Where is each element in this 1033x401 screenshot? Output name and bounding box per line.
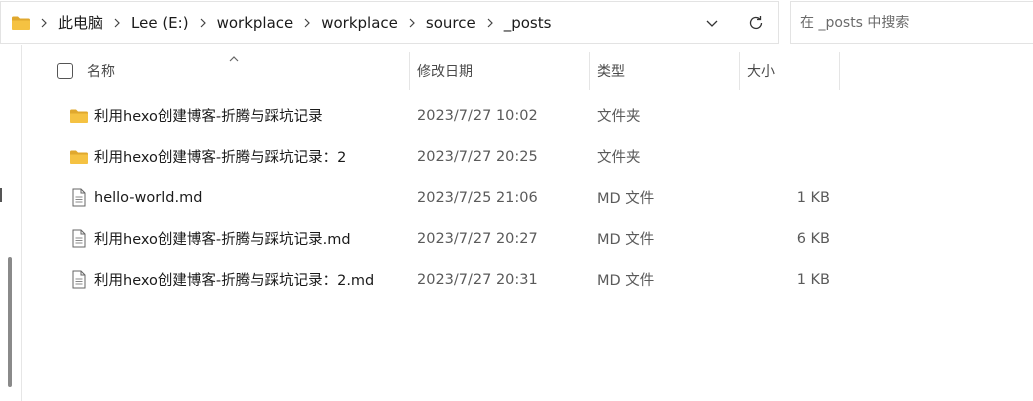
file-icon xyxy=(69,270,89,289)
file-icon xyxy=(69,229,89,248)
file-row[interactable]: hello-world.md 2023/7/25 21:06 MD 文件 1 KB xyxy=(22,177,1033,218)
file-name-cell[interactable]: 利用hexo创建博客-折腾与踩坑记录.md xyxy=(69,218,351,259)
address-bar[interactable]: 此电脑 Lee (E:) workplace workplace source _post… xyxy=(0,1,779,44)
file-size: 6 KB xyxy=(796,230,830,247)
folder-icon xyxy=(69,149,89,165)
file-name-cell[interactable]: 利用hexo创建博客-折腾与踩坑记录 xyxy=(69,95,323,136)
folder-icon xyxy=(69,108,89,124)
file-type: MD 文件 xyxy=(597,191,655,207)
breadcrumb-chevron[interactable] xyxy=(294,2,320,43)
file-size: 1 KB xyxy=(796,189,830,206)
column-divider[interactable] xyxy=(739,52,740,90)
file-explorer-window: 此电脑 Lee (E:) workplace workplace source _post… xyxy=(0,0,1033,401)
file-row[interactable]: 利用hexo创建博客-折腾与踩坑记录：2.md 2023/7/27 20:31 MD… xyxy=(22,259,1033,300)
file-name: 利用hexo创建博客-折腾与踩坑记录.md xyxy=(94,232,351,248)
file-size xyxy=(742,136,830,177)
file-icon xyxy=(69,188,89,207)
column-size-label: 大小 xyxy=(747,64,775,80)
file-name: 利用hexo创建博客-折腾与踩坑记录：2.md xyxy=(94,273,375,289)
breadcrumb-chevron[interactable] xyxy=(190,2,216,43)
refresh-button[interactable] xyxy=(734,2,778,43)
file-name-cell[interactable]: 利用hexo创建博客-折腾与踩坑记录：2 xyxy=(69,136,346,177)
chevron-right-icon xyxy=(487,18,493,27)
file-date: 2023/7/25 21:06 xyxy=(417,189,538,206)
file-name: hello-world.md xyxy=(94,189,203,206)
breadcrumb-chevron[interactable] xyxy=(31,2,57,43)
breadcrumb-chevron[interactable] xyxy=(399,2,425,43)
refresh-icon xyxy=(749,15,763,29)
breadcrumb: 此电脑 Lee (E:) workplace workplace source _post… xyxy=(31,2,552,43)
search-box[interactable] xyxy=(790,1,1033,44)
folder-icon[interactable] xyxy=(11,15,31,31)
file-date: 2023/7/27 10:02 xyxy=(417,107,538,124)
file-row[interactable]: 利用hexo创建博客-折腾与踩坑记录 2023/7/27 10:02 文件夹 xyxy=(22,95,1033,136)
chevron-right-icon xyxy=(114,18,120,27)
chevron-right-icon xyxy=(41,18,47,27)
column-divider[interactable] xyxy=(839,52,840,90)
file-type: MD 文件 xyxy=(597,232,655,248)
column-type-label: 类型 xyxy=(597,64,625,80)
pane-marker xyxy=(0,188,2,202)
file-list: 利用hexo创建博客-折腾与踩坑记录 2023/7/27 10:02 文件夹 利用he… xyxy=(22,95,1033,300)
column-header-size[interactable]: 大小 xyxy=(747,52,775,90)
breadcrumb-item[interactable]: workplace xyxy=(320,13,399,33)
file-type: 文件夹 xyxy=(597,150,641,166)
breadcrumb-item[interactable]: source xyxy=(425,13,477,33)
file-date: 2023/7/27 20:25 xyxy=(417,148,538,165)
file-name-cell[interactable]: 利用hexo创建博客-折腾与踩坑记录：2.md xyxy=(69,259,374,300)
navigation-scrollbar[interactable] xyxy=(8,257,12,387)
file-name: 利用hexo创建博客-折腾与踩坑记录：2 xyxy=(94,150,347,166)
file-size xyxy=(742,95,830,136)
column-divider[interactable] xyxy=(589,52,590,90)
file-name: 利用hexo创建博客-折腾与踩坑记录 xyxy=(94,109,323,125)
column-header-name[interactable]: 名称 xyxy=(57,52,115,90)
chevron-right-icon xyxy=(409,18,415,27)
column-header-row: 名称 修改日期 类型 大小 xyxy=(22,52,1033,90)
file-size: 1 KB xyxy=(796,271,830,288)
column-name-label: 名称 xyxy=(87,64,115,80)
chevron-right-icon xyxy=(304,18,311,27)
file-row[interactable]: 利用hexo创建博客-折腾与踩坑记录.md 2023/7/27 20:27 MD 文… xyxy=(22,218,1033,259)
file-row[interactable]: 利用hexo创建博客-折腾与踩坑记录：2 2023/7/27 20:25 文件夹 xyxy=(22,136,1033,177)
chevron-down-icon xyxy=(706,20,718,27)
breadcrumb-chevron[interactable] xyxy=(477,2,503,43)
file-name-cell[interactable]: hello-world.md xyxy=(69,177,202,218)
breadcrumb-chevron[interactable] xyxy=(104,2,130,43)
column-header-date[interactable]: 修改日期 xyxy=(417,52,473,90)
breadcrumb-item[interactable]: 此电脑 xyxy=(57,13,104,33)
sort-ascending-icon xyxy=(229,56,239,62)
breadcrumb-item[interactable]: workplace xyxy=(216,13,295,33)
chevron-right-icon xyxy=(200,18,206,27)
file-date: 2023/7/27 20:27 xyxy=(417,230,538,247)
breadcrumb-item[interactable]: _posts xyxy=(503,13,553,33)
select-all-checkbox[interactable] xyxy=(57,63,73,79)
navigation-pane-edge xyxy=(0,45,22,401)
column-date-label: 修改日期 xyxy=(417,64,473,80)
file-type: MD 文件 xyxy=(597,273,655,289)
breadcrumb-item[interactable]: Lee (E:) xyxy=(130,13,190,33)
history-dropdown-button[interactable] xyxy=(690,2,734,43)
search-input[interactable] xyxy=(800,14,1020,31)
column-header-type[interactable]: 类型 xyxy=(597,52,625,90)
column-divider[interactable] xyxy=(409,52,410,90)
file-date: 2023/7/27 20:31 xyxy=(417,271,538,288)
file-type: 文件夹 xyxy=(597,109,641,125)
